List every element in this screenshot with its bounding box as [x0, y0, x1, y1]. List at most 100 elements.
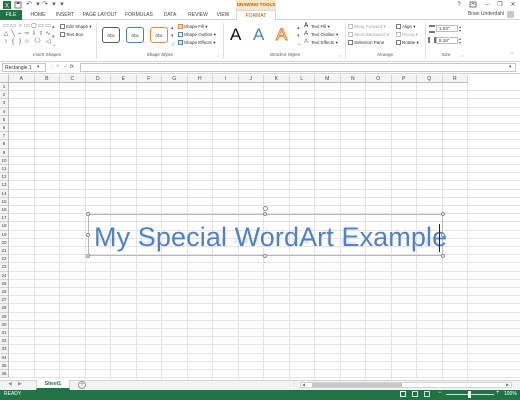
insert-function-icon[interactable]: fx: [70, 63, 74, 72]
row-header[interactable]: 36: [0, 370, 9, 379]
gallery-more-icon[interactable]: ⌄: [52, 42, 56, 48]
column-header[interactable]: E: [111, 75, 137, 83]
resize-handle-bottom-left[interactable]: [86, 254, 90, 258]
gallery-scroll-down-icon[interactable]: ▾: [171, 33, 174, 39]
row-header[interactable]: 7: [0, 132, 9, 141]
tab-split-icon[interactable]: ⋮: [292, 381, 297, 387]
row-header[interactable]: 12: [0, 173, 9, 182]
column-header[interactable]: F: [136, 75, 162, 83]
row-header[interactable]: 24: [0, 271, 9, 280]
ribbon-display-options-icon[interactable]: [466, 0, 480, 10]
column-header[interactable]: R: [442, 75, 468, 83]
tab-page-layout[interactable]: PAGE LAYOUT: [80, 10, 120, 20]
avatar[interactable]: [507, 11, 514, 18]
row-header[interactable]: 2: [0, 91, 9, 100]
resize-handle-bottom[interactable]: [263, 254, 267, 258]
chevron-shape-icon[interactable]: 〉: [38, 39, 44, 45]
row-header[interactable]: 13: [0, 181, 9, 190]
down-arrow-icon[interactable]: ▾: [459, 28, 461, 33]
tab-review[interactable]: REVIEW: [184, 10, 212, 20]
row-header[interactable]: 9: [0, 148, 9, 157]
tab-format[interactable]: FORMAT: [236, 10, 276, 21]
formula-input[interactable]: [80, 63, 516, 72]
row-header[interactable]: 20: [0, 238, 9, 247]
name-box-dropdown-icon[interactable]: ▾: [37, 63, 40, 72]
arrow-shape-icon[interactable]: ⇧: [38, 31, 44, 37]
horizontal-scroll-thumb[interactable]: [312, 383, 402, 387]
column-header[interactable]: L: [289, 75, 315, 83]
rectangle-shape-icon[interactable]: ▭: [10, 23, 16, 29]
scroll-left-icon[interactable]: ◀: [302, 382, 305, 387]
page-layout-view-icon[interactable]: [412, 391, 418, 397]
wordart-style-option[interactable]: A: [275, 25, 287, 45]
row-header[interactable]: 28: [0, 304, 9, 313]
row-header[interactable]: 31: [0, 329, 9, 338]
column-header[interactable]: I: [213, 75, 239, 83]
chevron-shape-icon[interactable]: ◁: [45, 39, 51, 45]
tab-view[interactable]: VIEW: [212, 10, 234, 20]
gallery-scroll-up-icon[interactable]: ▴: [297, 25, 300, 31]
shape-fill-button[interactable]: Shape Fill ▾: [178, 23, 208, 30]
shape-width-field[interactable]: 8.18": [436, 37, 458, 44]
column-header[interactable]: K: [264, 75, 290, 83]
row-header[interactable]: 19: [0, 230, 9, 239]
row-header[interactable]: 29: [0, 312, 9, 321]
dialog-launcher-icon[interactable]: ⌟: [461, 52, 463, 57]
group-button[interactable]: Group ▾: [396, 31, 418, 38]
resize-handle-right[interactable]: [441, 233, 445, 237]
close-icon[interactable]: ✕: [506, 0, 520, 10]
row-header[interactable]: 4: [0, 107, 9, 116]
column-header[interactable]: B: [34, 75, 60, 83]
tab-insert[interactable]: INSERT: [52, 10, 78, 20]
zoom-slider-thumb[interactable]: [468, 391, 471, 398]
sheet-tab[interactable]: Sheet1: [36, 380, 70, 390]
zoom-in-button[interactable]: +: [496, 390, 500, 396]
gallery-scroll-down-icon[interactable]: ▾: [297, 33, 300, 39]
row-header[interactable]: 23: [0, 263, 9, 272]
down-arrow-icon[interactable]: ▾: [459, 40, 461, 45]
collapse-ribbon-icon[interactable]: ⌃: [510, 52, 514, 58]
column-header[interactable]: J: [238, 75, 264, 83]
rectangle-shape-icon[interactable]: ▭: [3, 23, 9, 29]
shape-style-option[interactable]: Abc: [126, 27, 144, 43]
row-header[interactable]: 25: [0, 279, 9, 288]
shape-outline-button[interactable]: Shape Outline ▾: [178, 31, 216, 38]
gallery-scroll-up-icon[interactable]: ▴: [171, 25, 174, 31]
text-fill-button[interactable]: A Text Fill ▾: [304, 23, 330, 30]
text-outline-button[interactable]: A Text Outline ▾: [304, 31, 338, 38]
brace-shape-icon[interactable]: {: [10, 39, 16, 45]
shape-effects-button[interactable]: Shape Effects ▾: [178, 39, 215, 46]
gallery-more-icon[interactable]: ⌄: [297, 41, 301, 47]
brace-shape-icon[interactable]: }: [17, 39, 23, 45]
row-header[interactable]: 27: [0, 296, 9, 305]
oval-shape-icon[interactable]: ○: [17, 23, 23, 29]
column-header[interactable]: D: [85, 75, 111, 83]
send-backward-button[interactable]: Send Backward ▾: [348, 31, 389, 38]
gallery-scroll-up-icon[interactable]: ▴: [52, 24, 55, 30]
tab-home[interactable]: HOME: [26, 10, 50, 20]
column-header[interactable]: H: [187, 75, 213, 83]
tab-data[interactable]: DATA: [158, 10, 182, 20]
previous-sheet-icon[interactable]: ◀: [8, 381, 12, 387]
row-header[interactable]: 33: [0, 345, 9, 354]
gallery-scroll-down-icon[interactable]: ▾: [52, 34, 55, 40]
row-header[interactable]: 34: [0, 353, 9, 362]
bring-forward-button[interactable]: Bring Forward ▾: [348, 23, 386, 30]
row-header[interactable]: 6: [0, 124, 9, 133]
curve-shape-icon[interactable]: ∿: [45, 31, 51, 37]
elbow-connector-shape-icon[interactable]: ⌐: [17, 31, 23, 37]
shape-style-option[interactable]: Abc: [102, 27, 120, 43]
row-header[interactable]: 17: [0, 214, 9, 223]
resize-handle-top[interactable]: [263, 212, 267, 216]
column-header[interactable]: M: [315, 75, 341, 83]
column-header[interactable]: G: [162, 75, 188, 83]
text-effects-button[interactable]: A Text Effects ▾: [304, 39, 338, 46]
wordart-style-option[interactable]: A: [230, 25, 241, 45]
help-icon[interactable]: ?: [452, 0, 466, 10]
arrow-shape-icon[interactable]: ⇨: [24, 31, 30, 37]
tab-file[interactable]: FILE: [0, 10, 22, 20]
next-sheet-icon[interactable]: ▶: [18, 381, 22, 387]
rectangle-shape-icon[interactable]: ▭: [24, 23, 30, 29]
gallery-more-icon[interactable]: ⌄: [171, 41, 175, 47]
rectangle-shape-icon[interactable]: ▭: [45, 23, 51, 29]
